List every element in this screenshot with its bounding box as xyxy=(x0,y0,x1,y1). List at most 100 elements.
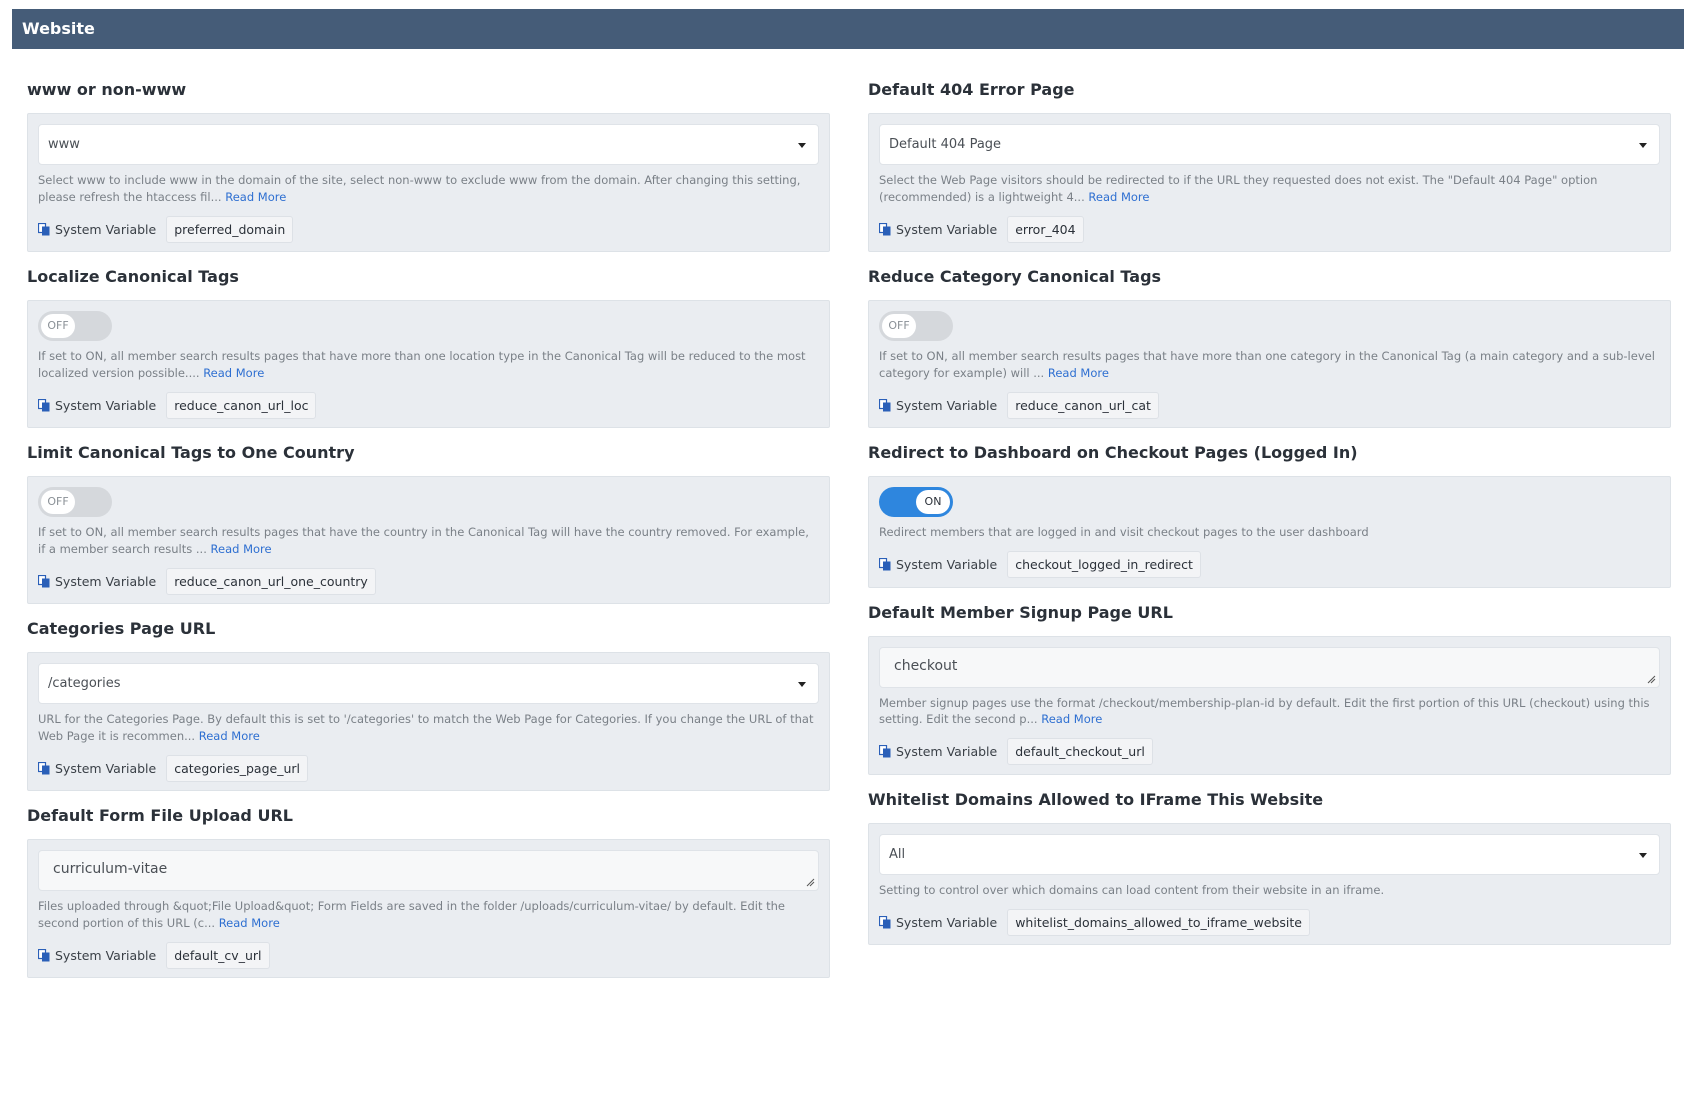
setting-description: Redirect members that are logged in and … xyxy=(879,524,1660,541)
system-variable-name[interactable]: error_404 xyxy=(1007,215,1084,243)
left-column: www or non-www www Select www to include w… xyxy=(27,65,830,978)
categories-page-url-select[interactable]: /categories xyxy=(38,663,819,704)
copy-icon[interactable] xyxy=(879,915,891,929)
copy-icon[interactable] xyxy=(38,398,50,412)
setting-description: Member signup pages use the format /chec… xyxy=(879,695,1660,728)
setting-panel: OFF If set to ON, all member search resul… xyxy=(27,300,830,428)
description-text: Member signup pages use the format /chec… xyxy=(879,695,1650,727)
system-variable-name[interactable]: default_cv_url xyxy=(166,941,270,969)
setting-description: If set to ON, all member search results … xyxy=(38,348,819,381)
setting-description: URL for the Categories Page. By default … xyxy=(38,711,819,744)
setting-limit-canonical-tags-to-one-country: Limit Canonical Tags to One Country OFF If… xyxy=(27,428,830,604)
setting-title: Redirect to Dashboard on Checkout Pages … xyxy=(868,443,1358,462)
copy-icon[interactable] xyxy=(879,745,891,758)
input-value: checkout xyxy=(894,657,958,674)
system-variable-label: System Variable xyxy=(896,221,998,237)
setting-description: Select the Web Page visitors should be r… xyxy=(879,172,1660,205)
system-variable-label: System Variable xyxy=(896,744,998,759)
description-text: Setting to control over which domains ca… xyxy=(879,882,1385,897)
setting-default-404-error-page: Default 404 Error Page Default 404 Page Se… xyxy=(868,65,1671,252)
system-variable-name[interactable]: checkout_logged_in_redirect xyxy=(1007,551,1201,578)
caret-down-icon xyxy=(1639,852,1647,858)
resize-handle-icon[interactable] xyxy=(806,878,815,887)
copy-icon[interactable] xyxy=(38,948,50,962)
description-text: URL for the Categories Page. By default … xyxy=(38,712,814,743)
description-text: Select www to include www in the domain … xyxy=(38,173,801,204)
copy-icon[interactable] xyxy=(38,761,50,775)
toggle-state-label: OFF xyxy=(882,314,916,338)
limit-canonical-tags-to-one-country-toggle[interactable]: OFF xyxy=(38,487,112,517)
setting-title: Whitelist Domains Allowed to IFrame This… xyxy=(868,789,1324,809)
read-more-link[interactable]: Read More xyxy=(1088,190,1149,204)
setting-description: Select www to include www in the domain … xyxy=(38,172,819,205)
description-text: Files uploaded through &quot;File Upload… xyxy=(38,899,785,930)
read-more-link[interactable]: Read More xyxy=(211,542,272,556)
system-variable-label: System Variable xyxy=(55,397,157,413)
read-more-link[interactable]: Read More xyxy=(203,366,264,380)
description-text: If set to ON, all member search results … xyxy=(38,525,809,556)
system-variable-label: System Variable xyxy=(896,557,998,572)
setting-panel: ON Redirect members that are logged in an… xyxy=(868,476,1671,588)
input-value: curriculum-vitae xyxy=(53,861,168,877)
setting-title: www or non-www xyxy=(27,80,187,99)
setting-localize-canonical-tags: Localize Canonical Tags OFF If set to ON, … xyxy=(27,252,830,428)
setting-panel: OFF If set to ON, all member search resul… xyxy=(27,476,830,604)
setting-title: Default 404 Error Page xyxy=(868,80,1075,99)
localize-canonical-tags-toggle[interactable]: OFF xyxy=(38,311,112,341)
setting-panel: /categories URL for the Categories Page. … xyxy=(27,652,830,791)
copy-icon[interactable] xyxy=(879,558,891,571)
caret-down-icon xyxy=(798,682,806,687)
system-variable-label: System Variable xyxy=(55,760,157,776)
system-variable-label: System Variable xyxy=(896,914,998,930)
setting-reduce-category-canonical-tags: Reduce Category Canonical Tags OFF If set … xyxy=(868,252,1671,428)
toggle-state-label: OFF xyxy=(41,490,75,514)
setting-www-or-non-www: www or non-www www Select www to include w… xyxy=(27,65,830,252)
system-variable-name[interactable]: default_checkout_url xyxy=(1007,738,1153,765)
setting-description: Files uploaded through &quot;File Upload… xyxy=(38,898,819,931)
copy-icon[interactable] xyxy=(879,222,891,236)
setting-categories-page-url: Categories Page URL/categories URL for th… xyxy=(27,604,830,791)
system-variable-name[interactable]: reduce_canon_url_loc xyxy=(166,391,317,419)
read-more-link[interactable]: Read More xyxy=(199,729,260,743)
system-variable-row: System Variable reduce_canon_url_loc xyxy=(38,391,819,419)
select-value: www xyxy=(48,137,80,152)
setting-title: Default Member Signup Page URL xyxy=(868,602,1173,622)
system-variable-name[interactable]: reduce_canon_url_one_country xyxy=(166,567,376,595)
setting-title: Categories Page URL xyxy=(27,619,216,638)
caret-down-icon xyxy=(798,143,806,148)
read-more-link[interactable]: Read More xyxy=(219,916,280,930)
system-variable-label: System Variable xyxy=(55,947,157,963)
system-variable-label: System Variable xyxy=(55,573,157,589)
select-value: Default 404 Page xyxy=(889,137,1002,152)
read-more-link[interactable]: Read More xyxy=(1041,712,1102,726)
system-variable-row: System Variable default_cv_url xyxy=(38,941,819,969)
copy-icon[interactable] xyxy=(38,222,50,236)
system-variable-label: System Variable xyxy=(896,397,998,413)
copy-icon[interactable] xyxy=(879,398,891,412)
system-variable-name[interactable]: preferred_domain xyxy=(166,215,294,243)
setting-panel: Default 404 Page Select the Web Page visi… xyxy=(868,113,1671,252)
setting-description: If set to ON, all member search results … xyxy=(879,348,1660,381)
caret-down-icon xyxy=(1639,143,1647,148)
default-404-error-page-select[interactable]: Default 404 Page xyxy=(879,124,1660,165)
setting-default-form-file-upload-url: Default Form File Upload URL curriculum-v… xyxy=(27,791,830,978)
reduce-category-canonical-tags-toggle[interactable]: OFF xyxy=(879,311,953,341)
setting-panel: www Select www to include www in the doma… xyxy=(27,113,830,252)
system-variable-name[interactable]: reduce_canon_url_cat xyxy=(1007,391,1159,419)
system-variable-name[interactable]: categories_page_url xyxy=(166,754,308,782)
read-more-link[interactable]: Read More xyxy=(1048,366,1109,380)
system-variable-label: System Variable xyxy=(55,221,157,237)
read-more-link[interactable]: Read More xyxy=(225,190,286,204)
resize-handle-icon[interactable] xyxy=(1647,675,1656,684)
toggle-state-label: ON xyxy=(916,490,950,514)
copy-icon[interactable] xyxy=(38,574,50,588)
redirect-to-dashboard-on-checkout-pages-logged-in-toggle[interactable]: ON xyxy=(879,487,953,517)
default-form-file-upload-url-input[interactable]: curriculum-vitae xyxy=(38,850,819,891)
default-member-signup-page-url-input[interactable]: checkout xyxy=(879,646,1660,688)
whitelist-domains-allowed-to-iframe-this-website-select[interactable]: All xyxy=(879,833,1660,875)
setting-whitelist-domains-allowed-to-iframe-this-website: Whitelist Domains Allowed to IFrame This… xyxy=(868,775,1671,945)
toggle-state-label: OFF xyxy=(41,314,75,338)
system-variable-name[interactable]: whitelist_domains_allowed_to_iframe_webs… xyxy=(1007,908,1310,936)
www-or-non-www-select[interactable]: www xyxy=(38,124,819,165)
system-variable-row: System Variable checkout_logged_in_redire… xyxy=(879,551,1660,579)
